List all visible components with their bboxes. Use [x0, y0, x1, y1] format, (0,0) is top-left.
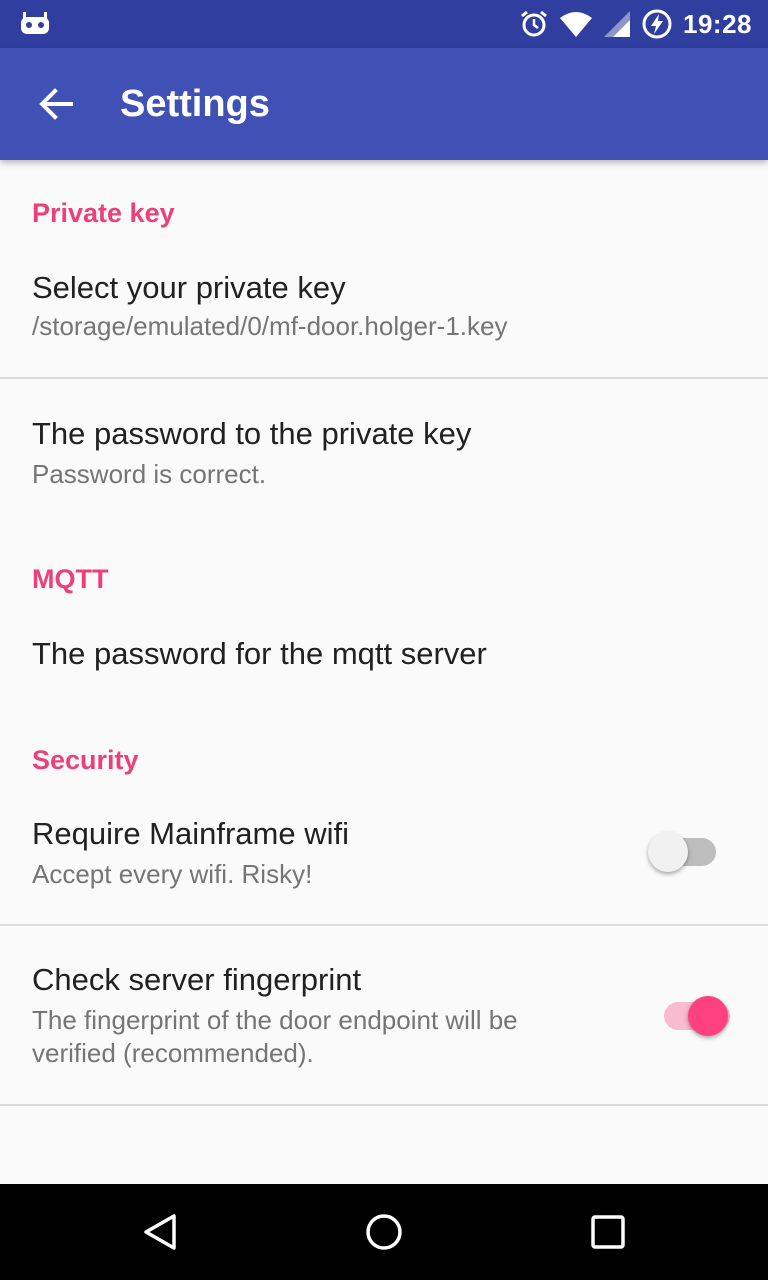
category-private-key: Private key [32, 198, 175, 228]
arrow-back-icon [39, 88, 73, 120]
page-title: Settings [120, 83, 270, 125]
pref-summary: Password is correct. [32, 459, 267, 489]
navigation-bar [0, 1184, 768, 1280]
pref-summary: /storage/emulated/0/mf-door.holger-1.key [32, 311, 508, 341]
settings-list: Private key Select your private key /sto… [0, 160, 768, 1184]
android-debug-icon [21, 12, 49, 34]
switch-thumb [688, 996, 728, 1036]
divider [0, 1104, 768, 1106]
battery-charging-icon [642, 9, 672, 39]
home-circle-icon [366, 1214, 402, 1250]
switch-thumb [648, 832, 688, 872]
nav-home-button[interactable] [354, 1202, 414, 1262]
clock: 19:28 [683, 8, 752, 39]
status-bar: 19:28 [0, 0, 768, 48]
pref-mqtt-password[interactable]: The password for the mqtt server [0, 608, 768, 704]
require-wifi-switch[interactable] [648, 832, 716, 872]
pref-private-key-password[interactable]: The password to the private key Password… [0, 380, 768, 520]
nav-recents-button[interactable] [578, 1202, 638, 1262]
pref-title: Check server fingerprint [32, 962, 362, 997]
wifi-icon [560, 12, 592, 37]
pref-check-server-fingerprint[interactable]: Check server fingerprint The fingerprint… [0, 926, 768, 1104]
back-triangle-icon [144, 1214, 176, 1250]
signal-icon [604, 11, 630, 37]
divider [0, 377, 768, 379]
pref-summary: The fingerprint of the door endpoint wil… [32, 1005, 518, 1068]
check-fingerprint-switch[interactable] [664, 996, 730, 1036]
pref-summary: Accept every wifi. Risky! [32, 859, 313, 889]
app-toolbar: Settings [0, 48, 768, 160]
nav-back-button[interactable] [130, 1202, 190, 1262]
back-button[interactable] [28, 76, 84, 132]
recents-square-icon [591, 1215, 625, 1249]
pref-require-mainframe-wifi[interactable]: Require Mainframe wifi Accept every wifi… [0, 790, 768, 924]
pref-title: Require Mainframe wifi [32, 816, 349, 851]
pref-select-private-key[interactable]: Select your private key /storage/emulate… [0, 248, 768, 378]
alarm-icon [521, 10, 547, 37]
pref-title: The password to the private key [32, 416, 472, 451]
category-mqtt: MQTT [32, 564, 109, 594]
pref-title: The password for the mqtt server [32, 636, 487, 671]
category-security: Security [32, 745, 139, 775]
pref-title: Select your private key [32, 270, 346, 305]
